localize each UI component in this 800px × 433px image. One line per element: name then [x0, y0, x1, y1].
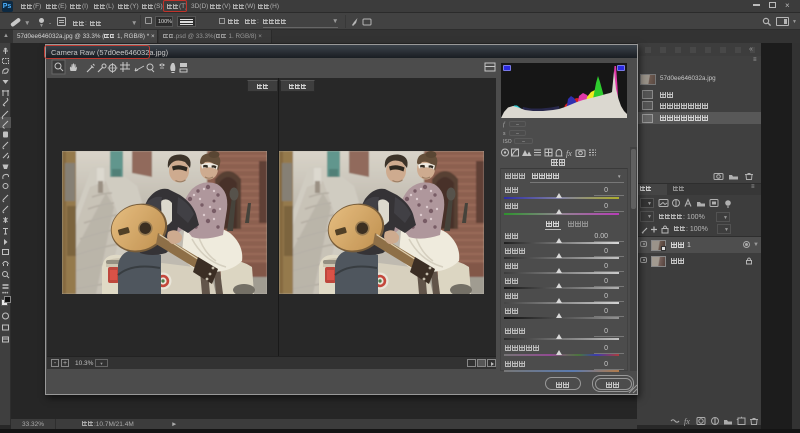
svg-text:fx: fx	[566, 149, 572, 158]
svg-text:fx: fx	[684, 417, 690, 426]
